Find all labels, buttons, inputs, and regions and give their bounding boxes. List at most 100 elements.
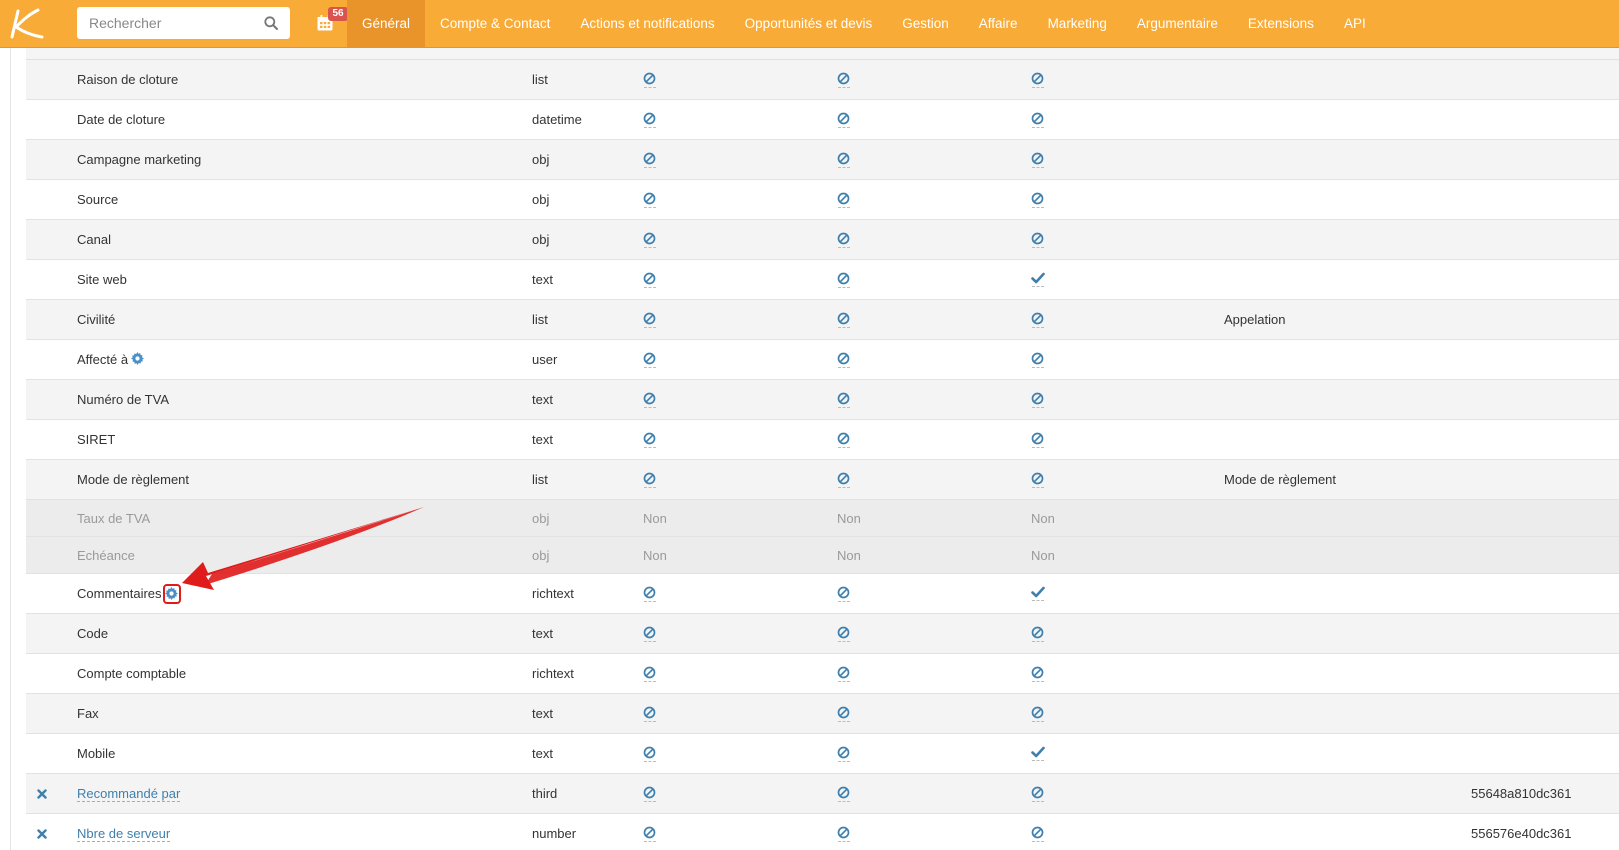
flag-toggle[interactable] xyxy=(837,774,850,813)
table-row[interactable]: Canal obj xyxy=(26,220,1619,260)
flag-toggle[interactable] xyxy=(1031,614,1044,653)
close-icon[interactable] xyxy=(37,828,47,839)
flag-toggle[interactable] xyxy=(643,60,656,99)
field-name[interactable]: Nbre de serveur xyxy=(77,814,171,850)
app-logo[interactable] xyxy=(8,7,48,41)
flag-toggle[interactable] xyxy=(837,694,850,733)
delete-field-button[interactable] xyxy=(32,814,52,850)
flag-toggle[interactable] xyxy=(1031,694,1044,733)
tab-api[interactable]: API xyxy=(1329,0,1381,48)
field-type: list xyxy=(532,312,548,327)
flag-toggle[interactable] xyxy=(643,300,656,339)
flag-toggle[interactable] xyxy=(837,220,850,259)
flag-toggle[interactable] xyxy=(1031,220,1044,259)
flag-toggle[interactable] xyxy=(643,614,656,653)
table-row[interactable]: Raison de cloture list xyxy=(26,60,1619,100)
table-row[interactable]: Recommandé par third 55648a810dc361 xyxy=(26,774,1619,814)
flag-toggle[interactable] xyxy=(1031,100,1044,139)
flag-toggle[interactable] xyxy=(1031,380,1044,419)
notification-badge[interactable]: 56 xyxy=(328,7,348,21)
flag-toggle[interactable] xyxy=(837,260,850,299)
field-name[interactable]: Recommandé par xyxy=(77,774,181,813)
gear-button[interactable] xyxy=(131,351,145,368)
tab-marketing[interactable]: Marketing xyxy=(1033,0,1122,48)
table-row[interactable]: Code text xyxy=(26,614,1619,654)
flag-toggle[interactable] xyxy=(643,814,656,850)
flag-toggle[interactable] xyxy=(1031,654,1044,693)
flag-toggle[interactable] xyxy=(1031,814,1044,850)
gear-icon[interactable] xyxy=(165,587,179,600)
flag-toggle[interactable] xyxy=(1031,340,1044,379)
flag-toggle[interactable] xyxy=(1031,460,1044,499)
tab-extensions[interactable]: Extensions xyxy=(1233,0,1329,48)
table-row[interactable]: SIRET text xyxy=(26,420,1619,460)
table-row[interactable]: Date de cloture datetime xyxy=(26,100,1619,140)
delete-field-button[interactable] xyxy=(32,774,52,813)
flag-toggle[interactable] xyxy=(1031,180,1044,219)
flag-toggle[interactable] xyxy=(1031,260,1045,299)
search-icon[interactable] xyxy=(264,16,278,30)
flag-toggle[interactable] xyxy=(643,380,656,419)
flag-toggle[interactable] xyxy=(643,574,656,613)
highlighted-gear-button[interactable] xyxy=(162,583,181,604)
flag-toggle[interactable] xyxy=(643,180,656,219)
tab-gestion[interactable]: Gestion xyxy=(887,0,964,48)
flag-toggle[interactable] xyxy=(643,140,656,179)
table-row[interactable]: Site web text xyxy=(26,260,1619,300)
flag-toggle[interactable] xyxy=(643,694,656,733)
search-input[interactable] xyxy=(77,7,257,39)
flag-toggle[interactable] xyxy=(1031,574,1045,613)
flag-toggle[interactable] xyxy=(1031,60,1044,99)
table-row[interactable]: Taux de TVA obj Non Non Non xyxy=(26,500,1619,537)
tab-opportunites-devis[interactable]: Opportunités et devis xyxy=(730,0,888,48)
table-row[interactable]: Campagne marketing obj xyxy=(26,140,1619,180)
table-row[interactable]: Numéro de TVA text xyxy=(26,380,1619,420)
table-row[interactable]: Echéance obj Non Non Non xyxy=(26,537,1619,574)
table-row[interactable]: Affecté à user xyxy=(26,340,1619,380)
flag-toggle[interactable] xyxy=(837,814,850,850)
table-row[interactable]: Fax text xyxy=(26,694,1619,734)
flag-toggle[interactable] xyxy=(643,260,656,299)
tab-compte-contact[interactable]: Compte & Contact xyxy=(425,0,565,48)
flag-toggle[interactable] xyxy=(837,734,850,773)
table-row[interactable]: Commentaires richtext xyxy=(26,574,1619,614)
flag-toggle[interactable] xyxy=(1031,420,1044,459)
flag-toggle[interactable] xyxy=(1031,300,1044,339)
flag-toggle[interactable] xyxy=(643,420,656,459)
table-row[interactable]: Compte comptable richtext xyxy=(26,654,1619,694)
flag-toggle[interactable] xyxy=(643,774,656,813)
flag-toggle[interactable] xyxy=(837,614,850,653)
gear-icon[interactable] xyxy=(131,351,145,365)
flag-toggle[interactable] xyxy=(643,100,656,139)
flag-toggle[interactable] xyxy=(1031,774,1044,813)
tab-general[interactable]: Général xyxy=(347,0,426,48)
close-icon[interactable] xyxy=(37,788,47,799)
flag-toggle[interactable] xyxy=(837,460,850,499)
table-row[interactable]: Source obj xyxy=(26,180,1619,220)
flag-toggle[interactable] xyxy=(643,460,656,499)
tab-actions-notifications[interactable]: Actions et notifications xyxy=(565,0,729,48)
table-row[interactable]: Mobile text xyxy=(26,734,1619,774)
table-row[interactable]: Nbre de serveur number 556576e40dc361 xyxy=(26,814,1619,850)
table-row[interactable]: Mode de règlement list Mode de règlement xyxy=(26,460,1619,500)
flag-toggle[interactable] xyxy=(837,654,850,693)
flag-toggle[interactable] xyxy=(837,420,850,459)
flag-toggle[interactable] xyxy=(643,734,656,773)
flag-toggle[interactable] xyxy=(837,300,850,339)
flag-toggle[interactable] xyxy=(1031,734,1045,773)
tab-argumentaire[interactable]: Argumentaire xyxy=(1122,0,1233,48)
flag-toggle[interactable] xyxy=(837,574,850,613)
flag-toggle[interactable] xyxy=(837,140,850,179)
flag-toggle[interactable] xyxy=(837,380,850,419)
flag-toggle[interactable] xyxy=(837,60,850,99)
flag-toggle[interactable] xyxy=(643,340,656,379)
flag-toggle[interactable] xyxy=(1031,140,1044,179)
field-name-label: Canal xyxy=(77,232,111,247)
flag-toggle[interactable] xyxy=(837,340,850,379)
flag-toggle[interactable] xyxy=(837,180,850,219)
tab-affaire[interactable]: Affaire xyxy=(964,0,1033,48)
table-row[interactable]: Civilité list Appelation xyxy=(26,300,1619,340)
flag-toggle[interactable] xyxy=(643,220,656,259)
flag-toggle[interactable] xyxy=(643,654,656,693)
flag-toggle[interactable] xyxy=(837,100,850,139)
